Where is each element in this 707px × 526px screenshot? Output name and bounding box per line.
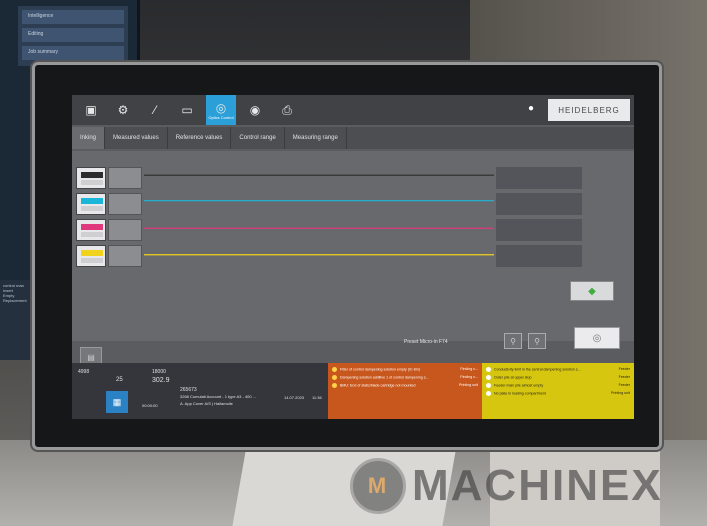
target-icon[interactable]: ◉ (242, 97, 268, 123)
row-value-cyan (108, 193, 142, 215)
warning-icon (332, 383, 337, 388)
warning-icon (486, 383, 491, 388)
warning-icon (486, 391, 491, 396)
message-text: Conductivity limit in the central dampen… (486, 367, 581, 372)
sheets-a: 4998 (78, 369, 90, 375)
color-row-yellow[interactable] (76, 245, 106, 267)
brand-logo: HEIDELBERG (548, 99, 630, 121)
message-row[interactable]: Dampening solution additive 1 of control… (332, 375, 478, 380)
background-menu: Intelligence Editing Job summary (18, 6, 128, 66)
row-value-magenta (108, 219, 142, 241)
message-row[interactable]: BMU: End of static/blade cartridge not m… (332, 383, 478, 388)
count-value: 18000 (152, 369, 166, 375)
job-number: 265673 (180, 387, 197, 393)
watermark-text: MACHINEX (412, 461, 663, 510)
message-text: Filter of control dampening solution emp… (332, 367, 420, 372)
warnings-panel[interactable]: Filter of control dampening solution emp… (328, 363, 482, 419)
color-row-cyan[interactable] (76, 193, 106, 215)
tab-reference-values[interactable]: Reference values (168, 127, 232, 149)
ink-zone-chart (72, 151, 634, 341)
warning-icon (486, 375, 491, 380)
message-row[interactable]: No plate in loading compartment Printing … (486, 391, 630, 396)
message-row[interactable]: Conductivity limit in the central dampen… (486, 367, 630, 372)
swatch-bar (81, 258, 103, 263)
date: 14.07.2023 (284, 395, 305, 400)
watermark: M MACHINEX (350, 458, 663, 514)
machine-icon[interactable]: ▣ (78, 97, 104, 123)
press-console-screen: ▣ ⚙ ⁄ ▭ ◎ Optics Control ◉ ⎙ ● HEIDELBERG… (72, 95, 634, 419)
tab-control-range[interactable]: Control range (231, 127, 285, 149)
gear-icon[interactable]: ⚙ (110, 97, 136, 123)
color-row-magenta[interactable] (76, 219, 106, 241)
message-text: Outer pile at upper stop (486, 375, 532, 380)
job-description: 3268 Cumulati Account - 1 type A3 - 400 … (180, 394, 257, 399)
swatch-bar (81, 206, 103, 211)
message-text: No plate in loading compartment (486, 391, 546, 396)
yellow-swatch (81, 250, 103, 256)
notices-panel[interactable]: Conductivity limit in the central dampen… (482, 363, 634, 419)
status-bar: 4998 25 18000 302.9 265673 3268 Cumulati… (72, 363, 634, 419)
cyan-swatch (81, 198, 103, 204)
swatch-bar (81, 180, 103, 185)
message-source: Finding c... (460, 375, 478, 379)
message-text: BMU: End of static/blade cartridge not m… (332, 383, 416, 388)
tab-measured-values[interactable]: Measured values (105, 127, 168, 149)
print-icon[interactable]: ▭ (174, 97, 200, 123)
message-row[interactable]: Filter of control dampening solution emp… (332, 367, 478, 372)
stats-yellow (496, 245, 582, 267)
watermark-logo-icon: M (350, 458, 406, 514)
message-row[interactable]: Feeder main pile almost empty Feeder (486, 383, 630, 388)
stats-magenta (496, 219, 582, 241)
ink-zone-plot (144, 174, 494, 256)
message-source: Printing unit (459, 383, 478, 387)
job-status-panel: 4998 25 18000 302.9 265673 3268 Cumulati… (72, 363, 328, 419)
bg-menu-item: Intelligence (22, 10, 124, 24)
speed-value: 25 (116, 377, 123, 383)
bg-menu-item: Job summary (22, 46, 124, 60)
row-value-yellow (108, 245, 142, 267)
message-text: Feeder main pile almost empty (486, 383, 543, 388)
swatch-bar (81, 232, 103, 237)
preset-label: Preset Micro-in F74 (404, 339, 448, 345)
message-text: Dampening solution additive 1 of control… (332, 375, 429, 380)
top-toolbar: ▣ ⚙ ⁄ ▭ ◎ Optics Control ◉ ⎙ ● HEIDELBERG (72, 95, 634, 125)
val2: 302.9 (152, 377, 170, 384)
printer-icon[interactable]: ⎙ (274, 97, 300, 123)
tab-measuring-range[interactable]: Measuring range (285, 127, 347, 149)
customer: A. App Cover A/S | Hallamolle (180, 401, 233, 406)
tab-bar: Inking Measured values Reference values … (72, 127, 634, 149)
stats-black (496, 167, 582, 189)
optics-icon[interactable]: ◎ Optics Control (206, 95, 236, 125)
tab-inking[interactable]: Inking (72, 127, 106, 149)
black-swatch (81, 172, 103, 178)
photo-scene: Intelligence Editing Job summary control… (0, 0, 707, 526)
magenta-swatch (81, 224, 103, 230)
tool-button-1[interactable]: ⚲ (504, 333, 522, 349)
user-icon[interactable]: ● (528, 103, 534, 114)
scan-button[interactable]: ◎ (574, 327, 620, 349)
bg-menu-item: Editing (22, 28, 124, 42)
warning-icon (486, 367, 491, 372)
row-value-black (108, 167, 142, 189)
message-source: Finding c... (460, 367, 478, 371)
color-row-black[interactable] (76, 167, 106, 189)
message-source: Feeder (618, 375, 630, 379)
wand-icon[interactable]: ⁄ (142, 97, 168, 123)
message-source: Feeder (618, 383, 630, 387)
stats-cyan (496, 193, 582, 215)
warning-icon (332, 367, 337, 372)
confirm-button[interactable]: ◆ (570, 281, 614, 301)
message-row[interactable]: Outer pile at upper stop Feeder (486, 375, 630, 380)
warning-icon (332, 375, 337, 380)
message-source: Printing unit (611, 391, 630, 395)
elapsed: 00:00:00 (142, 403, 158, 408)
optics-label: Optics Control (208, 114, 234, 120)
message-source: Feeder (618, 367, 630, 371)
time: 11:36 (312, 395, 322, 400)
tool-button-2[interactable]: ⚲ (528, 333, 546, 349)
home-button[interactable]: ▦ (106, 391, 128, 413)
